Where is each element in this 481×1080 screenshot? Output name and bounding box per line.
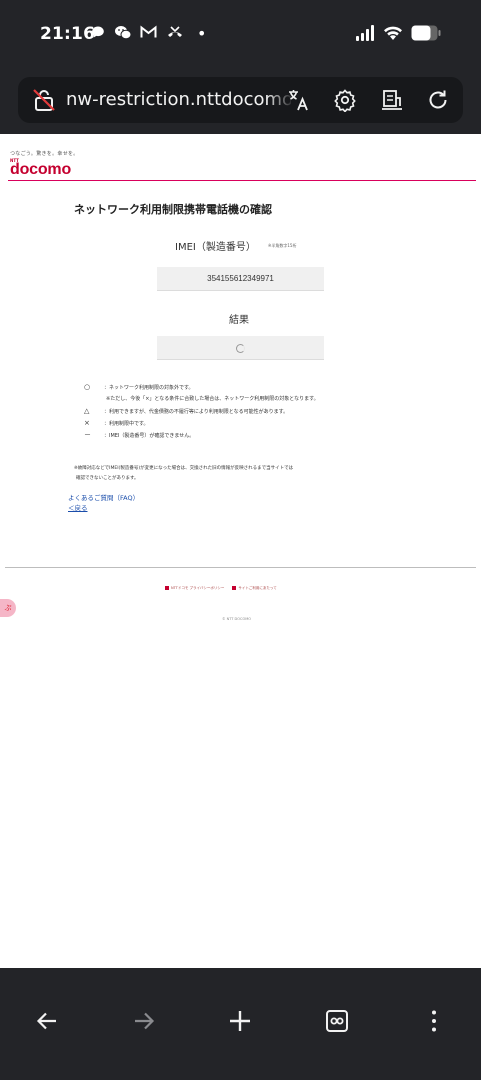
page-title: ネットワーク利用制限携帯電話機の確認: [74, 203, 272, 216]
imei-label: IMEI（製造番号）: [175, 242, 256, 253]
wifi-icon: [383, 25, 403, 45]
legend-text: ：ネットワーク利用制限の対象外です。: [104, 385, 194, 391]
missed-call-icon: [166, 25, 184, 44]
battery-icon: [411, 25, 441, 45]
faq-link[interactable]: よくあるご質問（FAQ）: [68, 492, 139, 502]
result-field: [157, 336, 324, 360]
result-legend: ○ ：ネットワーク利用制限の対象外です。 ※ただし、今後「×」となる条件に合致した…: [84, 381, 444, 441]
legend-symbol: ×: [84, 419, 90, 427]
footer-links: NTTドコモ プライバシーポリシー サイトご利用にあたって: [165, 586, 277, 591]
imei-input[interactable]: 354155612349971: [157, 267, 324, 291]
tab-switcher-icon[interactable]: [324, 1008, 350, 1034]
back-arrow-icon[interactable]: [34, 1008, 60, 1034]
site-usage-link[interactable]: サイトご利用にあたって: [232, 586, 277, 591]
gmail-icon: [140, 25, 157, 44]
legend-row-unknown: － ：IMEI（製造番号）が確認できません。: [84, 429, 444, 441]
external-link-icon: [232, 586, 237, 590]
legend-symbol: ○: [84, 383, 91, 391]
chat-bubble-icon: [91, 25, 105, 44]
back-link[interactable]: ＜戻る: [68, 502, 88, 512]
loading-spinner-icon: [236, 344, 245, 353]
new-tab-plus-icon[interactable]: [227, 1008, 253, 1034]
address-bar[interactable]: nw-restriction.nttdocomo.co.jp: [18, 77, 463, 123]
settings-gear-icon[interactable]: [333, 88, 357, 113]
notification-dot: •: [197, 24, 207, 43]
result-label: 結果: [229, 315, 249, 326]
imei-note: ※半角数字15桁: [268, 243, 297, 248]
legend-symbol: －: [84, 431, 91, 439]
signal-icon: [355, 25, 375, 45]
legend-symbol: △: [84, 407, 90, 415]
browser-bottom-toolbar: [0, 968, 481, 1080]
web-page: つなごう。驚きを。幸せを。 NTT docomo ネットワーク利用制限携帯電話機…: [0, 134, 481, 968]
footer-divider: [5, 567, 476, 568]
legend-row-note: ※ただし、今後「×」となる条件に合致した場合は、ネットワーク利用制限の対象となり…: [84, 393, 444, 405]
status-time: 21:16: [40, 24, 96, 44]
legend-text: ：利用制限中です。: [104, 421, 149, 427]
reader-mode-icon[interactable]: [380, 88, 404, 112]
header-divider: [8, 180, 476, 181]
legend-text: ：IMEI（製造番号）が確認できません。: [104, 433, 195, 439]
privacy-policy-link[interactable]: NTTドコモ プライバシーポリシー: [165, 586, 224, 591]
browser-chrome: 21:16 • nw-restriction.nttdoco: [0, 0, 481, 134]
legend-row-ok: ○ ：ネットワーク利用制限の対象外です。: [84, 381, 444, 393]
copyright: © NTT DOCOMO: [222, 617, 251, 621]
side-floating-badge[interactable]: ぷ: [0, 599, 16, 617]
docomo-tagline: つなごう。驚きを。幸せを。: [10, 151, 79, 157]
legend-text: ※ただし、今後「×」となる条件に合致した場合は、ネットワーク利用制限の対象となり…: [106, 396, 319, 402]
legend-text: ：利用できますが、代金債務の不履行等により利用制限となる可能性があります。: [104, 409, 289, 415]
system-icons: [355, 24, 441, 46]
translate-icon[interactable]: [286, 88, 310, 112]
notice-line: 確認できないことがあります。: [76, 476, 139, 481]
url-text[interactable]: nw-restriction.nttdocomo.co.jp: [66, 88, 291, 112]
wechat-icon: [114, 25, 132, 45]
logo-docomo-text: docomo: [10, 161, 72, 178]
legend-row-warning: △ ：利用できますが、代金債務の不履行等により利用制限となる可能性があります。: [84, 405, 444, 417]
forward-arrow-icon[interactable]: [131, 1008, 157, 1034]
legend-row-restricted: × ：利用制限中です。: [84, 417, 444, 429]
reload-icon[interactable]: [426, 88, 450, 112]
status-bar: 21:16 •: [0, 0, 481, 68]
more-menu-icon[interactable]: [421, 1008, 447, 1034]
imei-change-notice: ※故障対応などでIMEI(製造番号)が変更になった場合は、交換された旧の情報が反…: [74, 464, 434, 484]
notice-line: ※故障対応などでIMEI(製造番号)が変更になった場合は、交換された旧の情報が反…: [74, 466, 294, 471]
external-link-icon: [165, 586, 169, 590]
not-secure-lock-icon[interactable]: [32, 88, 56, 112]
